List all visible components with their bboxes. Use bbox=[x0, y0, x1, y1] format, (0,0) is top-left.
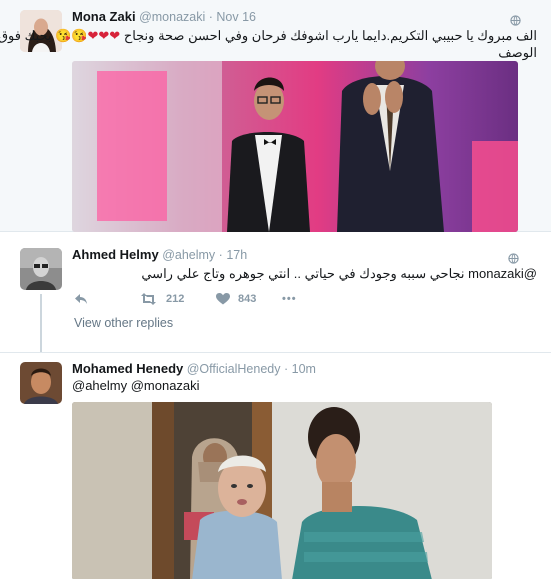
tweet-actions: 212 843 ••• bbox=[74, 290, 297, 308]
user-handle[interactable]: @ahelmy bbox=[162, 248, 215, 262]
user-handle[interactable]: @OfficialHenedy bbox=[187, 362, 281, 376]
view-other-replies-link[interactable]: View other replies bbox=[74, 316, 173, 330]
separator: · bbox=[283, 362, 289, 376]
user-handle[interactable]: @monazaki bbox=[139, 10, 205, 24]
globe-icon bbox=[510, 13, 521, 26]
tweet-text: @monazaki نجاحي سببه وجودك في حياتي .. ا… bbox=[141, 266, 537, 281]
tweet-header: Mohamed Henedy @OfficialHenedy · 10m bbox=[72, 361, 316, 376]
tweet-text-line1: الف مبروك يا حبيبي التكريم.دايما يارب اش… bbox=[0, 27, 537, 44]
tweet-ahmed-helmy: Ahmed Helmy @ahelmy · 17h @monazaki نجاح… bbox=[0, 238, 551, 354]
retweet-button[interactable]: 212 bbox=[140, 293, 216, 305]
like-count: 843 bbox=[238, 293, 257, 305]
tweet-text-line2: الوصف bbox=[498, 45, 537, 60]
tweet-text: الف مبروك يا حبيبي التكريم.دايما يارب اش… bbox=[0, 27, 537, 61]
emoji-sequence: ❤❤❤😘😘 bbox=[55, 28, 121, 43]
tweet-photo[interactable] bbox=[72, 61, 518, 232]
tweet-mona-zaki: Mona Zaki @monazaki · Nov 16 الف مبروك ي… bbox=[0, 0, 551, 232]
tweet-text: @ahelmy @monazaki bbox=[72, 378, 200, 393]
retweet-count: 212 bbox=[166, 293, 185, 305]
more-button[interactable]: ••• bbox=[282, 293, 297, 305]
tweet-photo[interactable] bbox=[72, 402, 492, 579]
more-icon: ••• bbox=[282, 293, 297, 305]
timestamp[interactable]: Nov 16 bbox=[216, 10, 256, 24]
avatar[interactable] bbox=[20, 362, 62, 404]
tweet-header: Mona Zaki @monazaki · Nov 16 bbox=[72, 9, 256, 24]
tweet-header: Ahmed Helmy @ahelmy · 17h bbox=[72, 247, 247, 262]
retweet-icon bbox=[141, 293, 156, 305]
display-name[interactable]: Mohamed Henedy bbox=[72, 361, 183, 376]
tweet-text-end: بحبك فوق bbox=[0, 28, 52, 43]
separator: · bbox=[208, 10, 213, 24]
tweet-mohamed-henedy: Mohamed Henedy @OfficialHenedy · 10m @ah… bbox=[0, 352, 551, 579]
tweet-text-main: الف مبروك يا حبيبي التكريم.دايما يارب اش… bbox=[123, 28, 537, 43]
timestamp[interactable]: 17h bbox=[226, 248, 247, 262]
avatar[interactable] bbox=[20, 248, 62, 290]
heart-icon bbox=[216, 293, 230, 305]
globe-icon bbox=[508, 251, 519, 264]
thread-connector bbox=[40, 294, 42, 354]
display-name[interactable]: Mona Zaki bbox=[72, 9, 136, 24]
timestamp[interactable]: 10m bbox=[292, 362, 316, 376]
like-button[interactable]: 843 bbox=[216, 293, 282, 305]
separator: · bbox=[218, 248, 223, 262]
display-name[interactable]: Ahmed Helmy bbox=[72, 247, 159, 262]
reply-button[interactable] bbox=[74, 293, 140, 305]
reply-icon bbox=[75, 294, 87, 304]
